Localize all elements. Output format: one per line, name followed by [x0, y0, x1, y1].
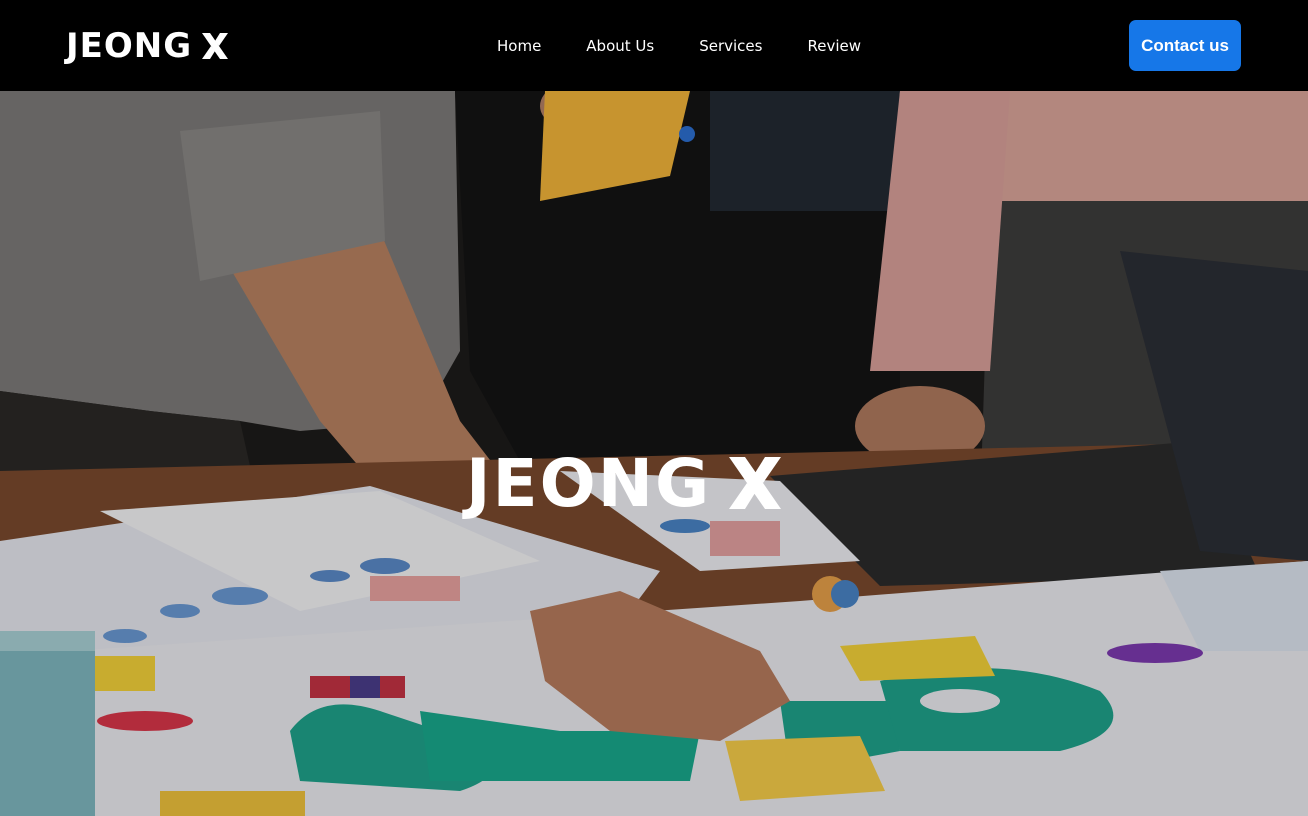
hero-section: JEONG: [0, 91, 1308, 816]
page: JEONG Home About Us Services Review Cont…: [0, 0, 1308, 816]
x-mark-icon: [729, 457, 782, 509]
nav-item-about-us[interactable]: About Us: [586, 36, 654, 56]
brand-logo-text: JEONG: [66, 26, 193, 66]
nav-item-home[interactable]: Home: [497, 36, 541, 56]
nav-item-review[interactable]: Review: [807, 36, 861, 56]
hero-logo-text: JEONG: [466, 444, 712, 522]
hero-logo: JEONG: [466, 445, 846, 522]
site-header: JEONG Home About Us Services Review Cont…: [0, 0, 1308, 91]
nav-item-services[interactable]: Services: [699, 36, 762, 56]
x-mark-icon: [202, 33, 229, 59]
contact-us-button[interactable]: Contact us: [1129, 20, 1241, 71]
main-nav: Home About Us Services Review: [497, 36, 861, 56]
brand-logo[interactable]: JEONG: [66, 26, 230, 66]
